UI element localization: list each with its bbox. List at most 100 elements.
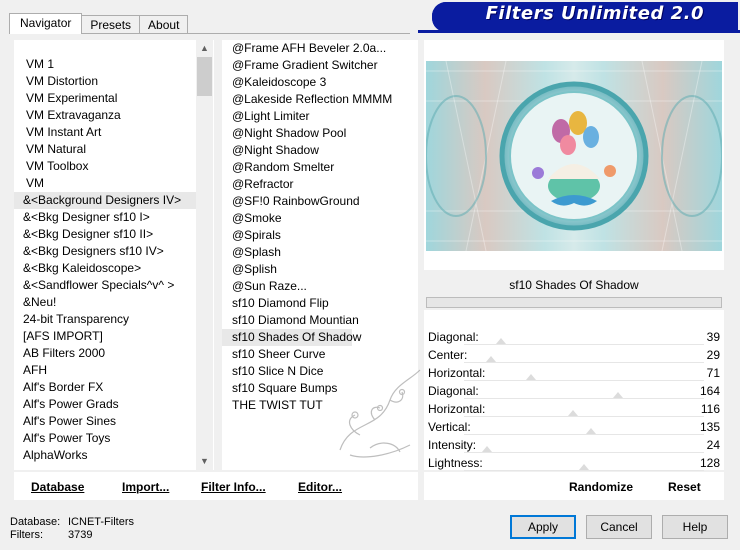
parameter-value: 71 <box>706 366 720 380</box>
filter-item[interactable]: @Splash <box>222 244 418 261</box>
tab-presets[interactable]: Presets <box>81 15 141 34</box>
selected-filter-name: sf10 Shades Of Shadow <box>424 274 724 296</box>
scroll-down-icon[interactable]: ▼ <box>196 453 213 470</box>
filter-item[interactable]: @Frame AFH Beveler 2.0a... <box>222 40 418 57</box>
filter-item[interactable]: sf10 Diamond Flip <box>222 295 418 312</box>
slider-thumb[interactable] <box>568 410 579 416</box>
filter-item[interactable]: @Light Limiter <box>222 108 418 125</box>
category-item[interactable]: VM Extravaganza <box>14 107 196 124</box>
category-item[interactable]: Alf's Power Grads <box>14 396 196 413</box>
category-list[interactable]: VM 1 VM Distortion VM Experimental VM Extra… <box>14 56 196 464</box>
parameter-label: Center: <box>428 348 468 362</box>
filter-item[interactable]: @Kaleidoscope 3 <box>222 74 418 91</box>
slider-track[interactable] <box>464 380 704 381</box>
category-item[interactable]: &<Bkg Designers sf10 IV> <box>14 243 196 260</box>
category-item[interactable]: Alf's Power Toys <box>14 430 196 447</box>
slider-thumb[interactable] <box>486 356 497 362</box>
category-item[interactable]: [AFS IMPORT] <box>14 328 196 345</box>
slider-thumb[interactable] <box>481 446 492 452</box>
parameter-slider-row[interactable]: Diagonal: 164 <box>424 382 724 400</box>
parameter-slider-row[interactable]: Horizontal: 71 <box>424 364 724 382</box>
category-item[interactable]: &Neu! <box>14 294 196 311</box>
category-item[interactable]: VM 1 <box>14 56 196 73</box>
parameter-slider-row[interactable]: Diagonal: 39 <box>424 328 724 346</box>
filter-item[interactable]: @Lakeside Reflection MMMM <box>222 91 418 108</box>
database-button[interactable]: Database <box>31 480 84 494</box>
filters-count: 3739 <box>68 529 93 541</box>
category-item[interactable]: VM Natural <box>14 141 196 158</box>
filter-item[interactable]: @Splish <box>222 261 418 278</box>
category-item[interactable]: AFH <box>14 362 196 379</box>
category-scrollbar[interactable]: ▲ ▼ <box>196 40 213 470</box>
tab-about[interactable]: About <box>139 15 189 34</box>
slider-thumb[interactable] <box>525 374 536 380</box>
filter-item[interactable]: sf10 Diamond Mountian <box>222 312 418 329</box>
filter-list[interactable]: @Frame AFH Beveler 2.0a... @Frame Gradien… <box>222 40 418 414</box>
randomize-button[interactable]: Randomize <box>569 480 633 494</box>
category-item[interactable]: VM Instant Art <box>14 124 196 141</box>
category-item[interactable]: AB Filters 2000 <box>14 345 196 362</box>
watermark-logo <box>339 369 421 458</box>
filter-item[interactable]: @Night Shadow <box>222 142 418 159</box>
slider-track[interactable] <box>464 470 704 471</box>
category-item[interactable]: Alf's Power Sines <box>14 413 196 430</box>
reset-button[interactable]: Reset <box>668 480 701 494</box>
parameter-value: 24 <box>706 438 720 452</box>
parameter-slider-row[interactable]: Horizontal: 116 <box>424 400 724 418</box>
parameter-slider-row[interactable]: Intensity: 24 <box>424 436 724 454</box>
scroll-up-icon[interactable]: ▲ <box>196 40 213 57</box>
filter-item[interactable]: @Smoke <box>222 210 418 227</box>
slider-track[interactable] <box>464 416 704 417</box>
parameter-panel: Diagonal: 39 Center: 29 Horizontal: 71 Diagona… <box>424 310 724 472</box>
slider-thumb[interactable] <box>495 338 506 344</box>
category-item[interactable]: &<Bkg Designer sf10 II> <box>14 226 196 243</box>
filter-info-button[interactable]: Filter Info... <box>201 480 266 494</box>
preview-artwork <box>426 61 722 251</box>
category-item[interactable]: Alf's Border FX <box>14 379 196 396</box>
category-item[interactable]: &<Bkg Kaleidoscope> <box>14 260 196 277</box>
cancel-button[interactable]: Cancel <box>586 515 652 539</box>
filter-item[interactable]: @Frame Gradient Switcher <box>222 57 418 74</box>
parameter-slider-row[interactable]: Vertical: 135 <box>424 418 724 436</box>
database-value: ICNET-Filters <box>68 516 134 528</box>
parameter-label: Intensity: <box>428 438 477 452</box>
filter-item[interactable]: @Random Smelter <box>222 159 418 176</box>
category-item[interactable]: VM <box>14 175 196 192</box>
parameter-label: Lightness: <box>428 456 483 470</box>
slider-thumb[interactable] <box>585 428 596 434</box>
filter-item[interactable]: @Night Shadow Pool <box>222 125 418 142</box>
slider-track[interactable] <box>464 434 704 435</box>
slider-thumb[interactable] <box>579 464 590 470</box>
editor-button[interactable]: Editor... <box>298 480 342 494</box>
help-button[interactable]: Help <box>662 515 728 539</box>
slider-thumb[interactable] <box>613 392 624 398</box>
scroll-thumb[interactable] <box>197 57 212 96</box>
filter-item[interactable]: @Refractor <box>222 176 418 193</box>
apply-button[interactable]: Apply <box>510 515 576 539</box>
category-item[interactable]: 24-bit Transparency <box>14 311 196 328</box>
slider-track[interactable] <box>464 452 704 453</box>
category-item[interactable]: VM Distortion <box>14 73 196 90</box>
banner-title: Filters Unlimited 2.0 <box>485 3 704 24</box>
parameter-slider-row[interactable]: Center: 29 <box>424 346 724 364</box>
category-list-panel[interactable]: VM 1 VM Distortion VM Experimental VM Extra… <box>14 40 214 470</box>
database-label: Database: <box>10 516 61 528</box>
category-item[interactable]: &<Background Designers IV> <box>14 192 196 209</box>
title-banner: Filters Unlimited 2.0 <box>432 2 738 32</box>
category-item[interactable]: &<Bkg Designer sf10 I> <box>14 209 196 226</box>
filter-item[interactable]: @Spirals <box>222 227 418 244</box>
category-item[interactable]: VM Toolbox <box>14 158 196 175</box>
category-item[interactable]: &<Sandflower Specials^v^ > <box>14 277 196 294</box>
parameter-slider-row[interactable]: Lightness: 128 <box>424 454 724 472</box>
tab-navigator[interactable]: Navigator <box>9 13 83 34</box>
import-button[interactable]: Import... <box>122 480 169 494</box>
filter-item[interactable]: @Sun Raze... <box>222 278 418 295</box>
filter-item[interactable]: @SF!0 RainbowGround <box>222 193 418 210</box>
slider-track[interactable] <box>464 344 704 345</box>
slider-track[interactable] <box>464 398 704 399</box>
category-item[interactable]: AlphaWorks <box>14 447 196 464</box>
parameter-value: 164 <box>699 384 720 398</box>
category-item[interactable]: VM Experimental <box>14 90 196 107</box>
slider-track[interactable] <box>464 362 704 363</box>
filter-item[interactable]: sf10 Shades Of Shadow <box>222 329 361 346</box>
